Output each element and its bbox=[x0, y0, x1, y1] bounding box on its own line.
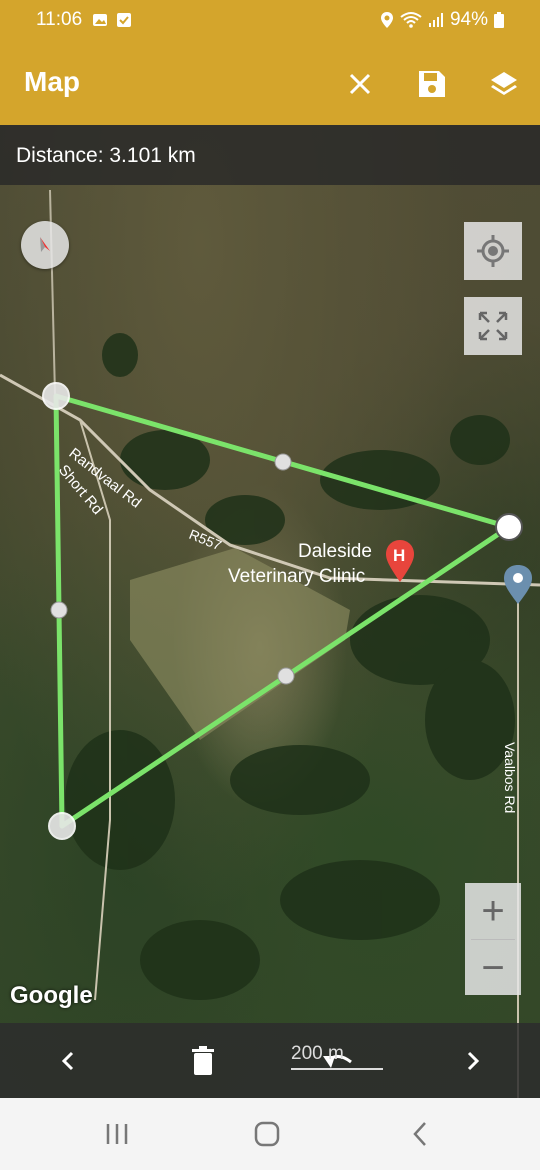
fullscreen-button[interactable] bbox=[464, 297, 522, 355]
previous-button[interactable] bbox=[50, 1043, 86, 1079]
fullscreen-icon bbox=[478, 311, 508, 341]
chevron-right-icon bbox=[467, 1051, 480, 1071]
next-button[interactable] bbox=[455, 1043, 491, 1079]
scale-label: 200 m bbox=[291, 1043, 344, 1064]
scale-bar: 200 m bbox=[291, 1043, 383, 1070]
layers-icon bbox=[491, 72, 517, 95]
hospital-marker[interactable]: H bbox=[386, 540, 414, 582]
distance-text: Distance: 3.101 km bbox=[16, 144, 196, 167]
back-icon bbox=[413, 1122, 426, 1146]
close-button[interactable] bbox=[340, 64, 380, 104]
back-button[interactable] bbox=[400, 1116, 440, 1152]
recents-button[interactable] bbox=[97, 1116, 137, 1152]
save-button[interactable] bbox=[412, 64, 452, 104]
home-button[interactable] bbox=[247, 1116, 287, 1152]
save-icon bbox=[419, 71, 445, 97]
signal-icon bbox=[428, 13, 443, 27]
wifi-icon bbox=[400, 12, 422, 28]
distance-bar: Distance: 3.101 km bbox=[0, 125, 540, 185]
check-box-icon bbox=[117, 13, 131, 27]
location-icon bbox=[380, 12, 393, 28]
hospital-marker-letter: H bbox=[393, 546, 405, 565]
route-midpoint[interactable] bbox=[277, 667, 295, 685]
map-view[interactable]: Randvaal Rd Short Rd R557 Vaalbos Rd Dal… bbox=[0, 125, 540, 1098]
battery-percent: 94% bbox=[449, 9, 488, 30]
zoom-in-button[interactable]: + bbox=[465, 883, 521, 939]
battery-icon bbox=[494, 12, 504, 28]
chevron-left-icon bbox=[61, 1051, 74, 1071]
google-logo: Google bbox=[10, 982, 93, 1009]
location-pin[interactable] bbox=[504, 565, 532, 604]
bottom-toolbar bbox=[0, 1023, 540, 1098]
zoom-out-button[interactable]: − bbox=[465, 940, 521, 996]
app-bar: Map bbox=[0, 40, 540, 125]
road-label-vaalbos: Vaalbos Rd bbox=[502, 742, 518, 813]
map-overlay: Randvaal Rd Short Rd R557 Vaalbos Rd Dal… bbox=[0, 189, 540, 1098]
compass-button[interactable] bbox=[21, 221, 69, 269]
poi-label-line1: Daleside bbox=[298, 541, 372, 562]
zoom-controls: + − bbox=[465, 883, 521, 995]
poi-label-line2: Veterinary Clinic bbox=[228, 566, 365, 587]
status-time: 11:06 bbox=[36, 9, 83, 30]
route-vertex[interactable] bbox=[495, 513, 523, 541]
system-nav-bar bbox=[0, 1098, 540, 1170]
recents-icon bbox=[106, 1124, 128, 1144]
layers-button[interactable] bbox=[484, 64, 524, 104]
my-location-icon bbox=[477, 235, 509, 267]
route-vertex[interactable] bbox=[48, 812, 76, 840]
trash-icon bbox=[192, 1046, 214, 1075]
gallery-icon bbox=[93, 14, 107, 26]
route-midpoint[interactable] bbox=[274, 453, 292, 471]
delete-button[interactable] bbox=[185, 1043, 221, 1079]
route-vertex[interactable] bbox=[42, 382, 70, 410]
status-bar: 11:06 94% bbox=[0, 0, 540, 40]
my-location-button[interactable] bbox=[464, 222, 522, 280]
close-icon bbox=[349, 73, 371, 95]
page-title: Map bbox=[24, 66, 80, 97]
route-midpoint[interactable] bbox=[50, 601, 68, 619]
home-icon bbox=[254, 1121, 280, 1147]
compass-icon bbox=[40, 237, 50, 252]
